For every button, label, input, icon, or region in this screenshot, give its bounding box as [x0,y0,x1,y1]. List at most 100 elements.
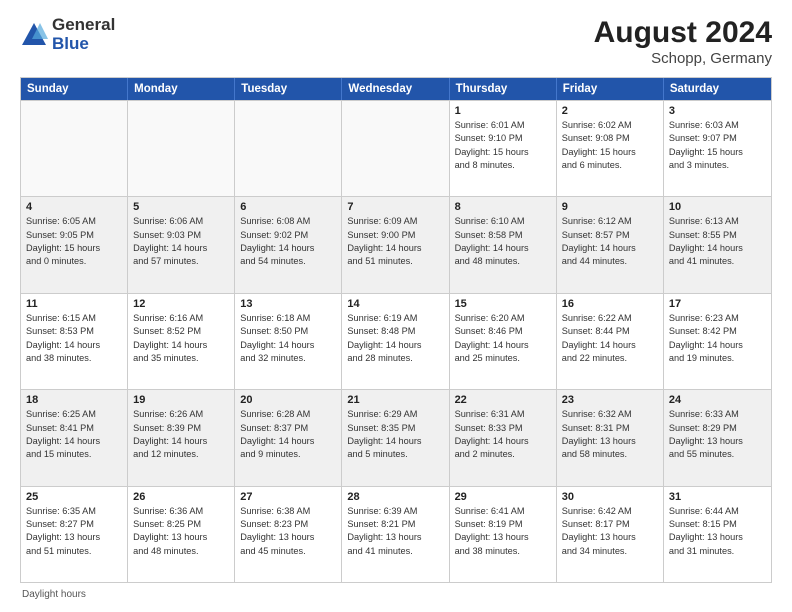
day-cell-22: 22 Sunrise: 6:31 AM Sunset: 8:33 PM Dayli… [450,390,557,485]
empty-cell [235,101,342,196]
header: General Blue August 2024 Schopp, Germany [20,16,772,67]
location: Schopp, Germany [594,50,772,67]
day-info: Sunrise: 6:44 AM Sunset: 8:15 PM Dayligh… [669,505,766,558]
page: General Blue August 2024 Schopp, Germany… [0,0,792,612]
day-info: Sunrise: 6:29 AM Sunset: 8:35 PM Dayligh… [347,408,443,461]
day-number: 28 [347,491,443,503]
day-info: Sunrise: 6:28 AM Sunset: 8:37 PM Dayligh… [240,408,336,461]
day-info: Sunrise: 6:18 AM Sunset: 8:50 PM Dayligh… [240,312,336,365]
day-cell-26: 26 Sunrise: 6:36 AM Sunset: 8:25 PM Dayli… [128,487,235,582]
day-number: 6 [240,201,336,213]
day-number: 13 [240,298,336,310]
calendar-header: SundayMondayTuesdayWednesdayThursdayFrid… [21,78,771,100]
footer-daylight-text: Daylight hours [22,589,86,600]
day-number: 2 [562,105,658,117]
logo: General Blue [20,16,115,53]
day-number: 26 [133,491,229,503]
calendar-week-2: 4Sunrise: 6:05 AM Sunset: 9:05 PM Daylig… [21,196,771,292]
calendar-body: 1 Sunrise: 6:01 AM Sunset: 9:10 PM Daylig… [21,100,771,582]
footer-note: Daylight hours [20,589,772,600]
empty-cell [21,101,128,196]
day-info: Sunrise: 6:31 AM Sunset: 8:33 PM Dayligh… [455,408,551,461]
day-cell-31: 31 Sunrise: 6:44 AM Sunset: 8:15 PM Dayli… [664,487,771,582]
logo-icon [20,21,48,49]
day-cell-16: 16Sunrise: 6:22 AM Sunset: 8:44 PM Dayli… [557,294,664,389]
day-number: 11 [26,298,122,310]
day-cell-25: 25 Sunrise: 6:35 AM Sunset: 8:27 PM Dayli… [21,487,128,582]
logo-general-text: General [52,16,115,35]
logo-blue-text: Blue [52,35,115,54]
day-info: Sunrise: 6:05 AM Sunset: 9:05 PM Dayligh… [26,215,122,268]
day-info: Sunrise: 6:41 AM Sunset: 8:19 PM Dayligh… [455,505,551,558]
day-cell-14: 14Sunrise: 6:19 AM Sunset: 8:48 PM Dayli… [342,294,449,389]
day-info: Sunrise: 6:36 AM Sunset: 8:25 PM Dayligh… [133,505,229,558]
calendar-week-3: 11 Sunrise: 6:15 AM Sunset: 8:53 PM Dayli… [21,293,771,389]
day-info: Sunrise: 6:32 AM Sunset: 8:31 PM Dayligh… [562,408,658,461]
day-info: Sunrise: 6:39 AM Sunset: 8:21 PM Dayligh… [347,505,443,558]
day-number: 25 [26,491,122,503]
day-info: Sunrise: 6:35 AM Sunset: 8:27 PM Dayligh… [26,505,122,558]
day-cell-12: 12 Sunrise: 6:16 AM Sunset: 8:52 PM Dayli… [128,294,235,389]
header-day-tuesday: Tuesday [235,78,342,100]
day-number: 14 [347,298,443,310]
day-info: Sunrise: 6:38 AM Sunset: 8:23 PM Dayligh… [240,505,336,558]
day-info: Sunrise: 6:16 AM Sunset: 8:52 PM Dayligh… [133,312,229,365]
day-cell-30: 30 Sunrise: 6:42 AM Sunset: 8:17 PM Dayli… [557,487,664,582]
day-number: 22 [455,394,551,406]
day-info: Sunrise: 6:02 AM Sunset: 9:08 PM Dayligh… [562,119,658,172]
day-info: Sunrise: 6:09 AM Sunset: 9:00 PM Dayligh… [347,215,443,268]
logo-text: General Blue [52,16,115,53]
day-cell-1: 1 Sunrise: 6:01 AM Sunset: 9:10 PM Daylig… [450,101,557,196]
day-number: 15 [455,298,551,310]
header-day-monday: Monday [128,78,235,100]
day-info: Sunrise: 6:23 AM Sunset: 8:42 PM Dayligh… [669,312,766,365]
day-cell-4: 4Sunrise: 6:05 AM Sunset: 9:05 PM Daylig… [21,197,128,292]
day-number: 1 [455,105,551,117]
day-info: Sunrise: 6:03 AM Sunset: 9:07 PM Dayligh… [669,119,766,172]
day-cell-13: 13 Sunrise: 6:18 AM Sunset: 8:50 PM Dayli… [235,294,342,389]
day-number: 30 [562,491,658,503]
day-info: Sunrise: 6:01 AM Sunset: 9:10 PM Dayligh… [455,119,551,172]
day-info: Sunrise: 6:20 AM Sunset: 8:46 PM Dayligh… [455,312,551,365]
day-cell-5: 5 Sunrise: 6:06 AM Sunset: 9:03 PM Daylig… [128,197,235,292]
day-info: Sunrise: 6:22 AM Sunset: 8:44 PM Dayligh… [562,312,658,365]
day-number: 5 [133,201,229,213]
day-info: Sunrise: 6:15 AM Sunset: 8:53 PM Dayligh… [26,312,122,365]
day-cell-20: 20Sunrise: 6:28 AM Sunset: 8:37 PM Dayli… [235,390,342,485]
day-cell-9: 9Sunrise: 6:12 AM Sunset: 8:57 PM Daylig… [557,197,664,292]
day-cell-17: 17 Sunrise: 6:23 AM Sunset: 8:42 PM Dayli… [664,294,771,389]
day-number: 31 [669,491,766,503]
calendar-week-4: 18Sunrise: 6:25 AM Sunset: 8:41 PM Dayli… [21,389,771,485]
day-info: Sunrise: 6:08 AM Sunset: 9:02 PM Dayligh… [240,215,336,268]
day-info: Sunrise: 6:42 AM Sunset: 8:17 PM Dayligh… [562,505,658,558]
day-number: 29 [455,491,551,503]
day-info: Sunrise: 6:33 AM Sunset: 8:29 PM Dayligh… [669,408,766,461]
month-year: August 2024 [594,16,772,50]
header-day-friday: Friday [557,78,664,100]
day-info: Sunrise: 6:06 AM Sunset: 9:03 PM Dayligh… [133,215,229,268]
day-number: 17 [669,298,766,310]
day-info: Sunrise: 6:12 AM Sunset: 8:57 PM Dayligh… [562,215,658,268]
header-day-saturday: Saturday [664,78,771,100]
day-number: 12 [133,298,229,310]
day-cell-28: 28 Sunrise: 6:39 AM Sunset: 8:21 PM Dayli… [342,487,449,582]
day-cell-18: 18Sunrise: 6:25 AM Sunset: 8:41 PM Dayli… [21,390,128,485]
day-info: Sunrise: 6:26 AM Sunset: 8:39 PM Dayligh… [133,408,229,461]
header-day-thursday: Thursday [450,78,557,100]
day-info: Sunrise: 6:10 AM Sunset: 8:58 PM Dayligh… [455,215,551,268]
day-cell-23: 23Sunrise: 6:32 AM Sunset: 8:31 PM Dayli… [557,390,664,485]
day-number: 18 [26,394,122,406]
day-number: 27 [240,491,336,503]
day-cell-21: 21 Sunrise: 6:29 AM Sunset: 8:35 PM Dayli… [342,390,449,485]
day-number: 21 [347,394,443,406]
day-number: 7 [347,201,443,213]
day-cell-11: 11 Sunrise: 6:15 AM Sunset: 8:53 PM Dayli… [21,294,128,389]
calendar-week-5: 25 Sunrise: 6:35 AM Sunset: 8:27 PM Dayli… [21,486,771,582]
header-day-wednesday: Wednesday [342,78,449,100]
title-block: August 2024 Schopp, Germany [594,16,772,67]
day-cell-6: 6 Sunrise: 6:08 AM Sunset: 9:02 PM Daylig… [235,197,342,292]
day-cell-8: 8Sunrise: 6:10 AM Sunset: 8:58 PM Daylig… [450,197,557,292]
day-cell-2: 2 Sunrise: 6:02 AM Sunset: 9:08 PM Daylig… [557,101,664,196]
day-cell-10: 10Sunrise: 6:13 AM Sunset: 8:55 PM Dayli… [664,197,771,292]
calendar-week-1: 1 Sunrise: 6:01 AM Sunset: 9:10 PM Daylig… [21,100,771,196]
